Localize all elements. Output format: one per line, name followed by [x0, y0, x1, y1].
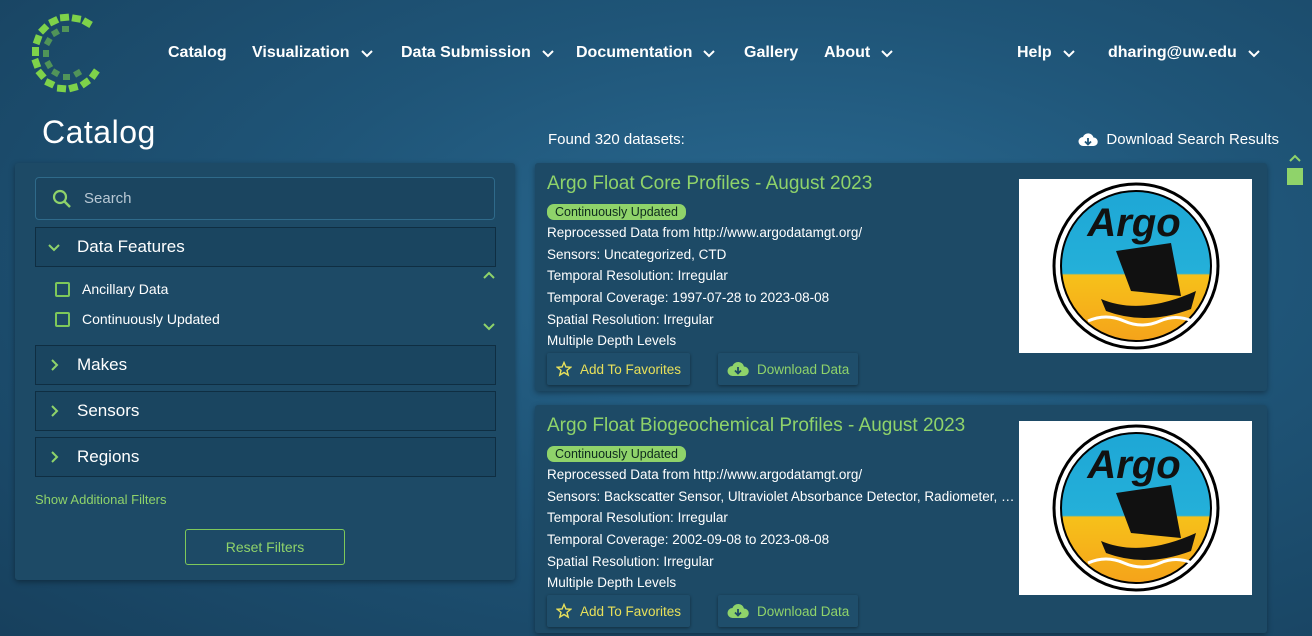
button-label: Add To Favorites: [580, 603, 682, 619]
facet-data-features[interactable]: Data Features: [35, 227, 496, 267]
option-label: Continuously Updated: [82, 311, 220, 327]
facet-options: Ancillary Data Continuously Updated: [35, 267, 496, 345]
scroll-down-icon[interactable]: [482, 321, 496, 333]
nav-gallery[interactable]: Gallery: [744, 44, 798, 62]
page-title: Catalog: [42, 114, 156, 150]
nav-label: Gallery: [744, 44, 799, 61]
nav-about[interactable]: About: [824, 44, 894, 62]
chevron-right-icon: [51, 405, 59, 417]
facet-label: Data Features: [77, 237, 185, 256]
dataset-title[interactable]: Argo Float Biogeochemical Profiles - Aug…: [547, 415, 965, 437]
checkbox-icon[interactable]: [55, 281, 70, 297]
argo-logo-icon: Argo: [1052, 424, 1219, 592]
dataset-meta: Spatial Resolution: Irregular: [547, 312, 714, 327]
search-icon: [52, 189, 71, 208]
argo-logo-icon: Argo: [1052, 182, 1219, 350]
search-box[interactable]: [35, 177, 495, 220]
scroll-to-top-icon[interactable]: [1285, 153, 1305, 189]
dataset-meta: Temporal Resolution: Irregular: [547, 510, 728, 525]
download-data-button[interactable]: Download Data: [718, 353, 859, 385]
chevron-down-icon: [542, 50, 554, 58]
chevron-down-icon: [1062, 50, 1075, 58]
nav-help[interactable]: Help: [1017, 44, 1076, 62]
checkbox-icon[interactable]: [55, 311, 70, 327]
button-label: Add To Favorites: [580, 361, 682, 377]
facet-label: Sensors: [77, 401, 140, 420]
chevron-down-icon: [881, 50, 893, 58]
dataset-card: Argo Float Core Profiles - August 2023 C…: [535, 163, 1267, 391]
logo-text: Argo: [1086, 443, 1180, 487]
dataset-thumbnail[interactable]: Argo: [1019, 179, 1252, 353]
facet-label: Regions: [77, 447, 140, 466]
star-icon: [556, 603, 572, 619]
show-additional-filters-link[interactable]: Show Additional Filters: [35, 492, 167, 507]
facet-label: Makes: [77, 355, 128, 374]
filter-sidebar: Data Features Ancillary Data Continuousl…: [15, 163, 515, 580]
results-count: Found 320 datasets:: [548, 131, 685, 148]
dataset-card: Argo Float Biogeochemical Profiles - Aug…: [535, 405, 1267, 633]
scroll-up-icon[interactable]: [482, 269, 496, 281]
nav-label: Visualization: [252, 44, 350, 61]
download-results-label: Download Search Results: [1106, 131, 1279, 148]
user-email: dharing@uw.edu: [1108, 44, 1237, 61]
chevron-down-icon: [48, 244, 60, 252]
dataset-meta: Reprocessed Data from http://www.argodat…: [547, 467, 863, 482]
chevron-down-icon: [703, 50, 716, 58]
chevron-right-icon: [51, 451, 59, 463]
button-label: Download Data: [757, 361, 850, 377]
download-search-results-button[interactable]: Download Search Results: [1078, 131, 1279, 148]
logo-text: Argo: [1086, 201, 1180, 245]
cloud-download-icon: [727, 603, 749, 618]
nav-label: Help: [1017, 44, 1052, 61]
dataset-meta: Sensors: Backscatter Sensor, Ultraviolet…: [547, 489, 1015, 504]
dataset-meta: Temporal Coverage: 2002-09-08 to 2023-08…: [547, 532, 830, 547]
status-badge: Continuously Updated: [547, 446, 686, 462]
cloud-download-icon: [1078, 132, 1099, 146]
add-to-favorites-button[interactable]: Add To Favorites: [547, 353, 691, 385]
nav-label: Data Submission: [401, 44, 531, 61]
reset-filters-button[interactable]: Reset Filters: [185, 529, 345, 565]
nav-label: Documentation: [576, 44, 693, 61]
add-to-favorites-button[interactable]: Add To Favorites: [547, 595, 691, 627]
status-badge: Continuously Updated: [547, 204, 686, 220]
dataset-meta: Multiple Depth Levels: [547, 575, 677, 590]
nav-catalog[interactable]: Catalog: [168, 44, 227, 62]
dataset-meta: Temporal Resolution: Irregular: [547, 268, 728, 283]
dataset-meta: Multiple Depth Levels: [547, 333, 677, 348]
star-icon: [556, 361, 572, 377]
search-input[interactable]: [84, 190, 464, 207]
option-ancillary-data[interactable]: Ancillary Data: [55, 281, 168, 297]
chevron-down-icon: [360, 50, 373, 58]
dataset-title[interactable]: Argo Float Core Profiles - August 2023: [547, 173, 872, 195]
logo-icon[interactable]: [30, 12, 106, 96]
option-label: Ancillary Data: [82, 281, 169, 297]
facet-regions[interactable]: Regions: [35, 437, 496, 477]
nav-documentation[interactable]: Documentation: [576, 44, 716, 62]
dataset-meta: Temporal Coverage: 1997-07-28 to 2023-08…: [547, 290, 830, 305]
facet-sensors[interactable]: Sensors: [35, 391, 496, 431]
nav-visualization[interactable]: Visualization: [252, 44, 374, 62]
chevron-down-icon: [1248, 50, 1260, 58]
nav-label: About: [824, 44, 871, 61]
cloud-download-icon: [727, 361, 749, 376]
button-label: Download Data: [757, 603, 850, 619]
dataset-meta: Spatial Resolution: Irregular: [547, 554, 714, 569]
dataset-meta: Sensors: Uncategorized, CTD: [547, 247, 727, 262]
dataset-thumbnail[interactable]: Argo: [1019, 421, 1252, 595]
dataset-meta: Reprocessed Data from http://www.argodat…: [547, 225, 863, 240]
option-continuously-updated[interactable]: Continuously Updated: [55, 311, 220, 327]
facet-makes[interactable]: Makes: [35, 345, 496, 385]
nav-user-menu[interactable]: dharing@uw.edu: [1108, 44, 1261, 62]
nav-label: Catalog: [168, 44, 227, 61]
download-data-button[interactable]: Download Data: [718, 595, 859, 627]
chevron-right-icon: [51, 359, 59, 371]
nav-data-submission[interactable]: Data Submission: [401, 44, 555, 62]
